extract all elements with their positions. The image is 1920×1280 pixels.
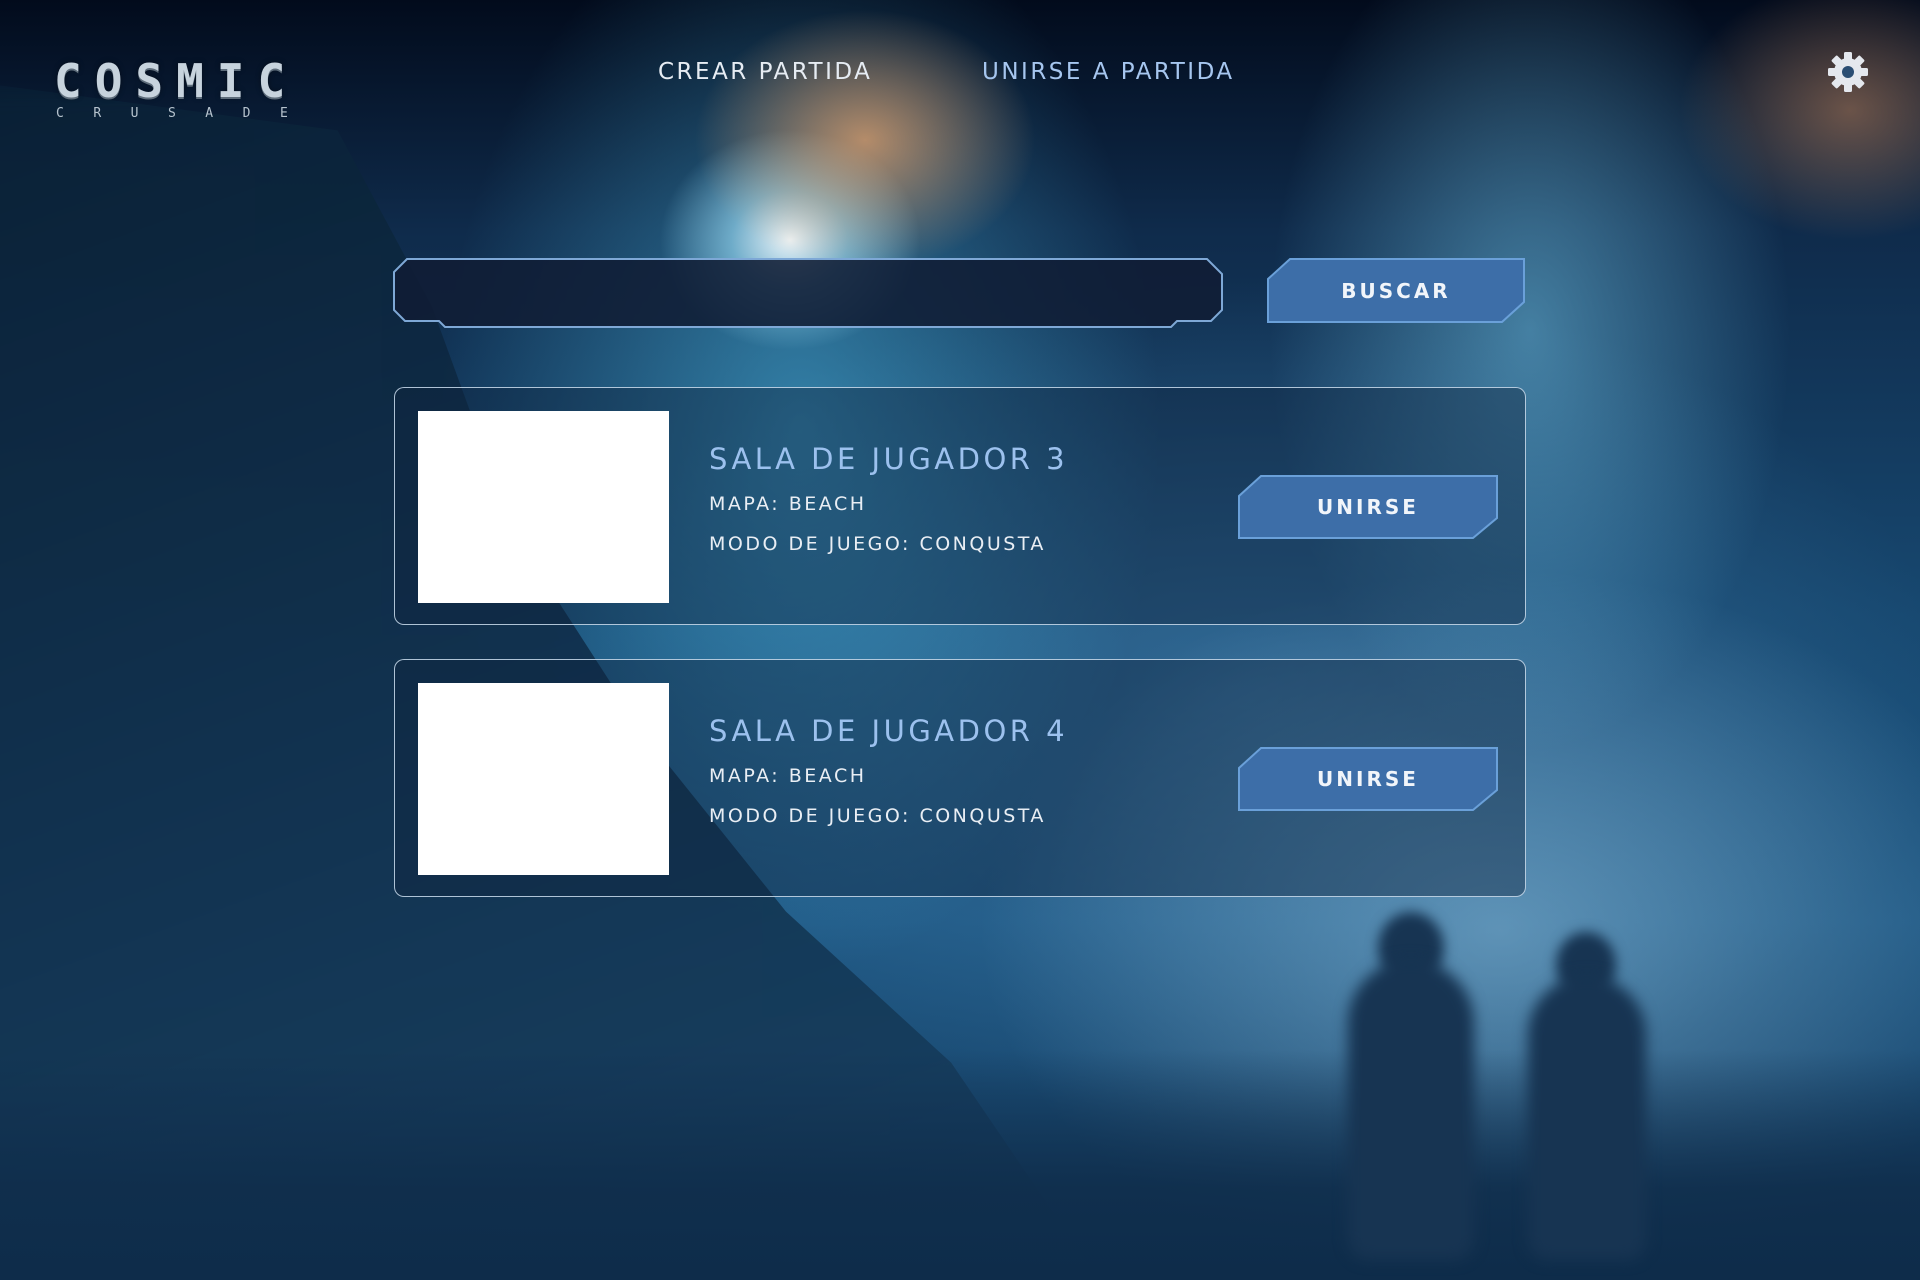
join-button-label: UNIRSE [1317,495,1419,519]
astronaut-silhouette [1348,960,1474,1260]
room-thumbnail [418,411,669,603]
search-bar [393,258,1223,328]
room-card: SALA DE JUGADOR 4 MAPA: BEACH MODO DE JU… [394,659,1526,897]
gear-icon [1828,52,1868,92]
nav-crear-partida[interactable]: CREAR PARTIDA [658,56,872,88]
join-room-button[interactable]: UNIRSE [1237,474,1499,540]
search-input[interactable] [433,272,1187,316]
search-button[interactable]: BUSCAR [1266,258,1526,324]
astronaut-silhouette [1528,976,1646,1260]
room-title: SALA DE JUGADOR 3 [709,442,1069,476]
join-room-button[interactable]: UNIRSE [1237,746,1499,812]
join-button-label: UNIRSE [1317,767,1419,791]
logo-subtitle: CRUSADE [56,106,318,121]
room-title: SALA DE JUGADOR 4 [709,714,1069,748]
logo-title: COSMIC [54,54,299,108]
background-scene [0,0,1920,1280]
room-card: SALA DE JUGADOR 3 MAPA: BEACH MODO DE JU… [394,387,1526,625]
room-map: MAPA: BEACH [709,765,867,787]
room-thumbnail [418,683,669,875]
search-button-label: BUSCAR [1341,279,1451,303]
settings-button[interactable] [1826,50,1870,94]
room-game-mode: MODO DE JUEGO: CONQUSTA [709,533,1046,555]
room-game-mode: MODO DE JUEGO: CONQUSTA [709,805,1046,827]
game-logo: COSMIC CRUSADE [54,56,344,126]
room-map: MAPA: BEACH [709,493,867,515]
nav-unirse-partida[interactable]: UNIRSE A PARTIDA [982,56,1235,88]
